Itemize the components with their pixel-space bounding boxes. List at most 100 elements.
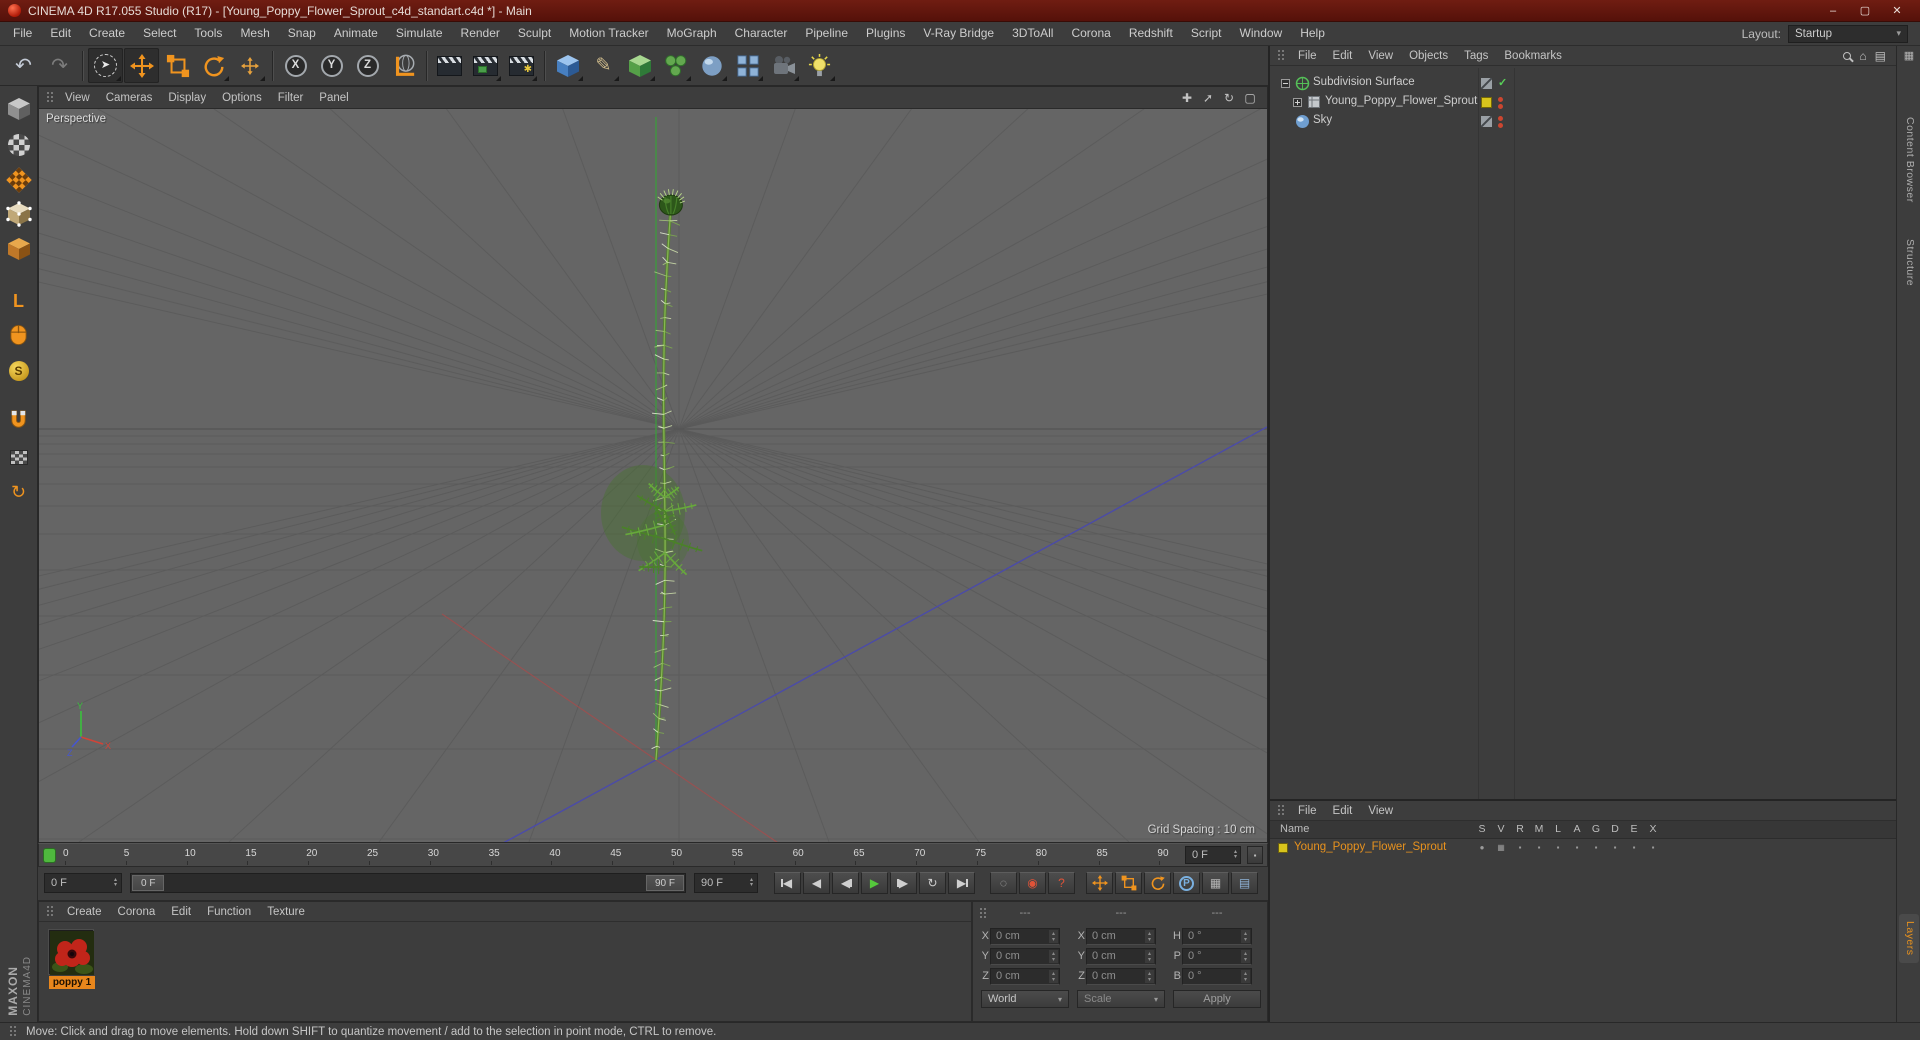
close-button[interactable]: ✕ [1882, 2, 1912, 20]
menu-create[interactable]: Create [59, 906, 110, 918]
object-row-sky[interactable]: Sky [1270, 112, 1898, 131]
list-view-icon[interactable]: ▤ [1875, 49, 1886, 63]
point-mode-button[interactable] [3, 199, 35, 231]
menu-texture[interactable]: Texture [259, 906, 313, 918]
key-pla-button[interactable]: ▦ [1202, 872, 1229, 894]
spinner-arrows-icon[interactable]: ▴ ▾ [1145, 950, 1154, 963]
spinner-arrows-icon[interactable]: ▴ ▾ [1241, 970, 1250, 983]
object-name[interactable]: Sky [1313, 114, 1332, 126]
goto-next-frame-button[interactable]: ▶ [890, 872, 917, 894]
tag-slash-icon[interactable] [1481, 116, 1492, 127]
menu-corona[interactable]: Corona [110, 906, 164, 918]
coord-field-z-0[interactable]: 0 cm ▴ ▾ [990, 968, 1060, 985]
coord-column-header-2[interactable]: --- [1182, 907, 1252, 919]
menu-plugins[interactable]: Plugins [857, 22, 914, 45]
minimize-button[interactable]: – [1818, 2, 1848, 20]
search-icon[interactable] [1843, 51, 1852, 60]
menu-motion-tracker[interactable]: Motion Tracker [560, 22, 657, 45]
viewport-solo-button[interactable]: S [3, 355, 35, 387]
snap-button[interactable] [3, 406, 35, 438]
frame-tick-50[interactable]: 50 [671, 848, 682, 859]
render-settings-button[interactable]: ✱ [504, 48, 539, 83]
menu-display[interactable]: Display [160, 92, 214, 104]
menu-simulate[interactable]: Simulate [387, 22, 452, 45]
layer-toggle-a[interactable]: ▪ [1571, 843, 1583, 853]
play-mode-button[interactable]: ↻ [919, 872, 946, 894]
panel-grip-icon[interactable] [46, 91, 54, 104]
frame-tick-20[interactable]: 20 [306, 848, 317, 859]
spinner-arrows-icon[interactable]: ▴ ▾ [1049, 970, 1058, 983]
layer-toggle-d[interactable]: ▪ [1609, 843, 1621, 853]
menu-mograph[interactable]: MoGraph [658, 22, 726, 45]
menu-view[interactable]: View [57, 92, 98, 104]
menu-edit[interactable]: Edit [1325, 805, 1361, 817]
visibility-dots[interactable] [1498, 116, 1503, 128]
coordinate-system-button[interactable] [386, 48, 421, 83]
render-view-button[interactable] [432, 48, 467, 83]
polygon-mode-button[interactable] [3, 234, 35, 266]
frame-tick-70[interactable]: 70 [914, 848, 925, 859]
move-tool[interactable] [124, 48, 159, 83]
add-primitive-button[interactable] [550, 48, 585, 83]
enable-axis-button[interactable]: L [3, 285, 35, 317]
add-deformer-button[interactable] [694, 48, 729, 83]
spinner-arrows-icon[interactable]: ▴ ▾ [1241, 950, 1250, 963]
frame-tick-55[interactable]: 55 [732, 848, 743, 859]
material-item[interactable]: poppy 1 [49, 930, 95, 989]
frame-tick-75[interactable]: 75 [975, 848, 986, 859]
keyframe-selection-button[interactable]: ◌ [990, 872, 1017, 894]
object-row-young-poppy-flower-sprout[interactable]: Young_Poppy_Flower_Sprout [1270, 93, 1898, 112]
play-button[interactable]: ▶ [861, 872, 888, 894]
tag-yellow-icon[interactable] [1481, 97, 1492, 108]
material-name[interactable]: poppy 1 [49, 976, 95, 989]
menu-cameras[interactable]: Cameras [98, 92, 161, 104]
frame-tick-30[interactable]: 30 [428, 848, 439, 859]
object-row-subdivision-surface[interactable]: Subdivision Surface ✓ [1270, 74, 1898, 93]
coord-column-header-0[interactable]: --- [990, 907, 1060, 919]
frame-tick-5[interactable]: 5 [124, 848, 130, 859]
key-position-button[interactable] [1086, 872, 1113, 894]
menu-view[interactable]: View [1360, 50, 1401, 62]
autokeying-button[interactable]: ? [1048, 872, 1075, 894]
maximize-button[interactable]: ▢ [1850, 2, 1880, 20]
layer-name[interactable]: Young_Poppy_Flower_Sprout [1294, 841, 1446, 853]
range-end-handle[interactable]: 90 F [645, 875, 684, 891]
goto-end-button[interactable]: ▶ [948, 872, 975, 894]
menu-corona[interactable]: Corona [1062, 22, 1119, 45]
menu-view[interactable]: View [1360, 805, 1401, 817]
coord-mode-select[interactable]: Scale ▾ [1077, 990, 1165, 1008]
frame-tick-80[interactable]: 80 [1036, 848, 1047, 859]
panel-grip-icon[interactable] [979, 907, 987, 920]
menu-bookmarks[interactable]: Bookmarks [1496, 50, 1570, 62]
quantize-button[interactable]: ↻ [3, 476, 35, 508]
live-selection-tool[interactable]: ➤ [88, 48, 123, 83]
pan-view-icon[interactable]: ✚ [1178, 89, 1196, 107]
menu-redshift[interactable]: Redshift [1120, 22, 1182, 45]
redo-button[interactable]: ↷ [42, 48, 77, 83]
current-frame-field[interactable]: 0 F ▴ ▾ [1185, 846, 1241, 864]
menu-filter[interactable]: Filter [270, 92, 312, 104]
goto-previous-frame-button[interactable]: ◀ [832, 872, 859, 894]
add-camera-button[interactable] [766, 48, 801, 83]
layer-toggle-e[interactable]: ▪ [1628, 843, 1640, 853]
scene-canvas[interactable]: Y X Z [39, 109, 1267, 842]
key-scale-button[interactable] [1115, 872, 1142, 894]
menu-file[interactable]: File [1290, 50, 1325, 62]
menu-script[interactable]: Script [1182, 22, 1231, 45]
frame-tick-0[interactable]: 0 [63, 848, 69, 859]
menu-objects[interactable]: Objects [1401, 50, 1456, 62]
lock-z-button[interactable]: Z [350, 48, 385, 83]
apply-button[interactable]: Apply [1173, 990, 1261, 1008]
menu-window[interactable]: Window [1231, 22, 1292, 45]
coord-field-z-1[interactable]: 0 cm ▴ ▾ [1086, 968, 1156, 985]
dock-icon[interactable]: ▦ [1897, 46, 1920, 66]
layer-row[interactable]: Young_Poppy_Flower_Sprout ● ▦ ▪ ▪ ▪ ▪ ▪ ▪ ▪ ▪ [1270, 839, 1898, 857]
menu-file[interactable]: File [4, 22, 41, 45]
menu-sculpt[interactable]: Sculpt [509, 22, 560, 45]
panel-grip-icon[interactable] [46, 905, 54, 918]
menu-edit[interactable]: Edit [1325, 50, 1361, 62]
layer-toggle-l[interactable]: ▪ [1552, 843, 1564, 853]
frame-tick-65[interactable]: 65 [853, 848, 864, 859]
frame-tick-85[interactable]: 85 [1097, 848, 1108, 859]
menu-edit[interactable]: Edit [163, 906, 199, 918]
